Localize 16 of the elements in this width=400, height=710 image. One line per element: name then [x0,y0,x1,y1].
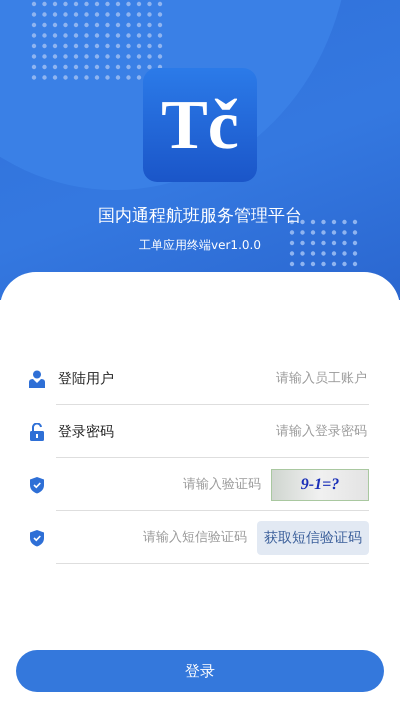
unlocked-padlock-icon [28,422,46,440]
input-field[interactable]: 请输入员工账户 [114,370,369,387]
field-label: 登陆用户 [58,370,114,388]
field-label: 登录密码 [58,422,114,440]
input-field[interactable]: 请输入短信验证码 [58,529,249,546]
input-field[interactable]: 请输入验证码 [58,476,263,493]
shield-check-icon [28,528,46,546]
input-field[interactable]: 请输入登录密码 [114,423,369,440]
app-title: 国内通程航班服务管理平台 [98,205,302,227]
login-button[interactable]: 登录 [16,650,384,692]
user-icon [28,370,46,388]
version-subtitle: 工单应用终端ver1.0.0 [139,237,261,254]
logo-text: Tč [160,86,240,164]
captcha-image[interactable]: 9-1=? [271,468,369,500]
shield-check-icon [28,476,46,494]
get-sms-code-button[interactable]: 获取短信验证码 [257,520,369,554]
